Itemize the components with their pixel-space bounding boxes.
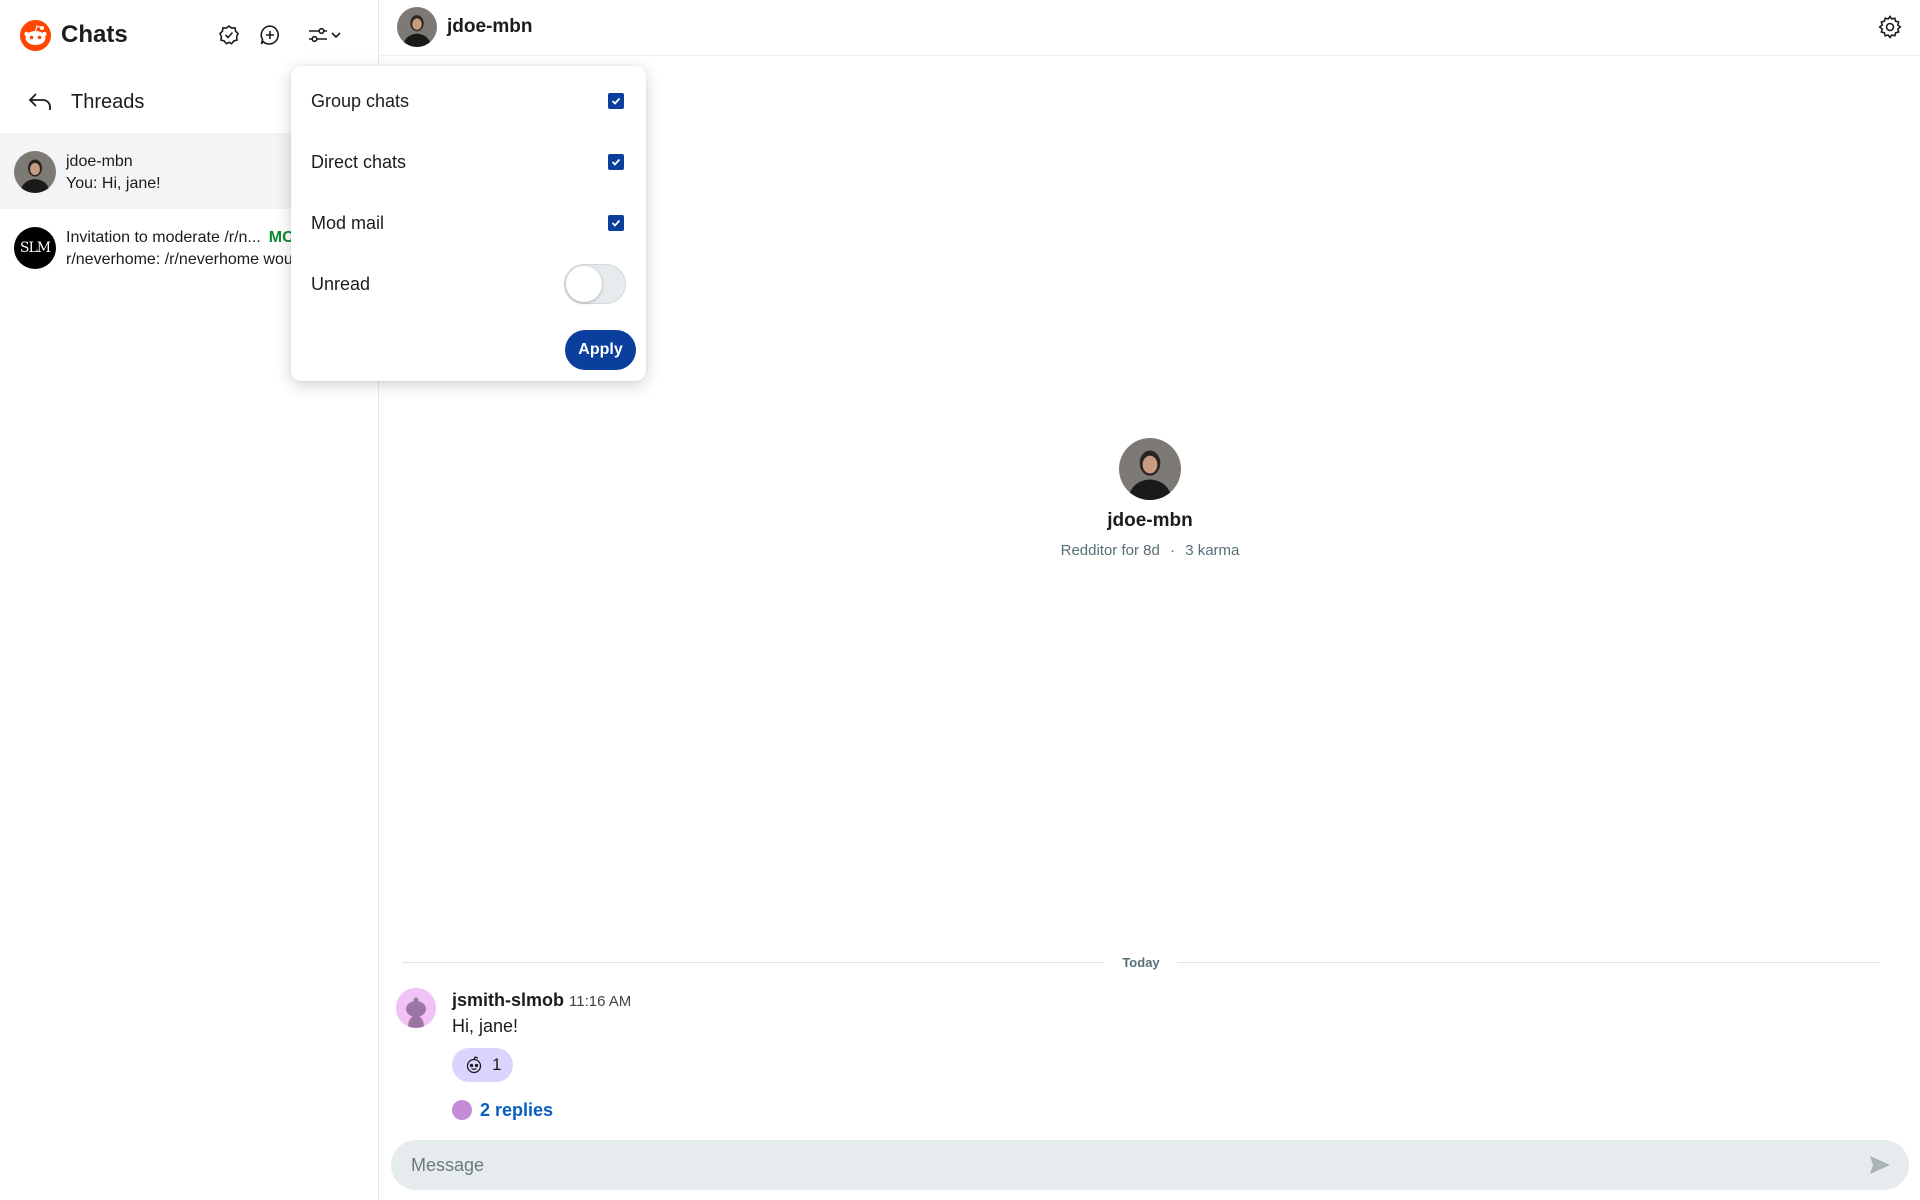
- user-avatar: [14, 151, 56, 193]
- chevron-down-icon: [331, 32, 341, 39]
- subreddit-avatar-text: SLM: [19, 240, 51, 256]
- new-chat-button[interactable]: [257, 22, 283, 48]
- profile-avatar[interactable]: [1119, 438, 1181, 500]
- send-icon[interactable]: [1867, 1152, 1893, 1178]
- check-icon: [611, 97, 621, 105]
- new-chat-icon: [260, 25, 279, 45]
- chat-filter-dropdown: Group chats Direct chats Mod mail Unread App…: [291, 66, 646, 381]
- filter-checkbox[interactable]: [608, 154, 624, 170]
- sidebar-header: Chats: [0, 0, 379, 70]
- check-badge-icon: [219, 24, 239, 45]
- reddit-logo-icon: [20, 20, 51, 51]
- filter-option-label: Direct chats: [311, 152, 407, 172]
- check-icon: [611, 158, 621, 166]
- filter-option-label: Unread: [311, 274, 371, 294]
- message-composer: [391, 1140, 1909, 1190]
- back-arrow-icon: [28, 93, 51, 110]
- filter-checkbox[interactable]: [608, 93, 624, 109]
- mark-read-button[interactable]: [216, 22, 242, 48]
- snoo-reaction-icon: [466, 1056, 482, 1074]
- apply-filter-button[interactable]: Apply: [565, 330, 636, 370]
- filter-option-group-chats[interactable]: Group chats: [291, 76, 646, 126]
- day-label: Today: [1104, 955, 1178, 970]
- check-icon: [611, 219, 621, 227]
- message-author-avatar[interactable]: [396, 988, 436, 1028]
- chat-item-preview: You: Hi, jane!: [66, 175, 161, 192]
- threads-label: Threads: [71, 91, 145, 113]
- meta-separator: ·: [1170, 542, 1176, 559]
- conversation-header: jdoe-mbn: [380, 0, 1920, 56]
- filter-option-label: Mod mail: [311, 213, 385, 233]
- app-title: Chats: [61, 21, 128, 48]
- chat-item-preview: r/neverhome: /r/neverhome wou: [66, 251, 293, 268]
- subreddit-avatar: SLM: [14, 227, 56, 269]
- header-username[interactable]: jdoe-mbn: [447, 16, 533, 38]
- message-input[interactable]: [411, 1140, 1831, 1190]
- gear-icon[interactable]: [1877, 14, 1903, 40]
- chat-item-name: Invitation to moderate /r/n... MO: [66, 229, 295, 247]
- thread-replies-link[interactable]: 2 replies: [452, 1098, 553, 1122]
- filter-option-unread[interactable]: Unread: [291, 259, 646, 309]
- reaction-count: 1: [492, 1055, 502, 1074]
- profile-meta: Redditor for 8d · 3 karma: [380, 542, 1920, 559]
- message-author: jsmith-slmob 11:16 AM: [452, 990, 631, 1011]
- filter-option-label: Group chats: [311, 91, 410, 111]
- reply-avatar: [452, 1100, 472, 1120]
- profile-username[interactable]: jdoe-mbn: [380, 510, 1920, 532]
- profile-karma: 3 karma: [1185, 542, 1240, 559]
- chat-item-title: Invitation to moderate /r/n...: [66, 229, 261, 246]
- filter-option-direct-chats[interactable]: Direct chats: [291, 137, 646, 187]
- message-author-name[interactable]: jsmith-slmob: [452, 990, 564, 1010]
- day-separator: Today: [402, 951, 1880, 973]
- filter-icon: [309, 27, 327, 43]
- unread-toggle[interactable]: [564, 264, 626, 304]
- header-avatar[interactable]: [397, 7, 437, 47]
- toggle-knob: [566, 266, 602, 302]
- chat-item-name: jdoe-mbn: [66, 153, 133, 170]
- filter-dropdown-button[interactable]: [302, 22, 348, 48]
- message-time: 11:16 AM: [569, 993, 632, 1010]
- profile-age: Redditor for 8d: [1060, 542, 1160, 559]
- reaction-pill[interactable]: 1: [452, 1048, 513, 1082]
- profile-summary: jdoe-mbn Redditor for 8d · 3 karma: [380, 438, 1920, 559]
- filter-checkbox[interactable]: [608, 215, 624, 231]
- message-text: Hi, jane!: [452, 1016, 519, 1036]
- filter-option-mod-mail[interactable]: Mod mail: [291, 198, 646, 248]
- replies-label: 2 replies: [480, 1099, 554, 1120]
